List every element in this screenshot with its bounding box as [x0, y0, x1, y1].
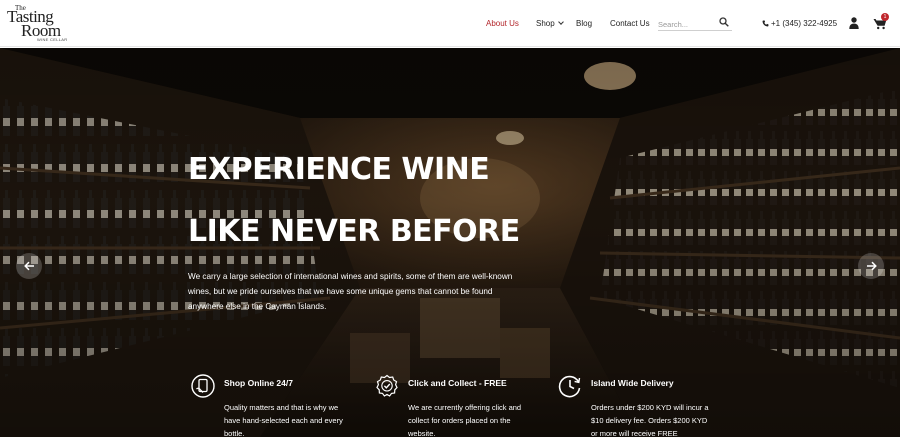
phone-number: +1 (345) 322-4925 — [771, 19, 838, 28]
hero-description: We carry a large selection of internatio… — [188, 272, 513, 311]
feature-title: Island Wide Delivery — [591, 378, 674, 388]
nav-shop[interactable]: Shop — [536, 0, 564, 47]
nav-contact-us[interactable]: Contact Us — [610, 0, 650, 47]
nav-about-us[interactable]: About Us — [486, 0, 519, 47]
feature-text: Quality matters and that is why we have … — [224, 403, 343, 437]
logo-line-4: WINE CELLAR — [37, 37, 68, 42]
phone-link[interactable]: +1 (345) 322-4925 — [762, 0, 837, 47]
nav-blog[interactable]: Blog — [576, 0, 592, 47]
check-badge-icon — [376, 374, 398, 397]
site-header: The Tasting Room WINE CELLAR About Us Sh… — [0, 0, 900, 47]
search-input[interactable] — [658, 16, 716, 33]
nav-shop-label: Shop — [536, 19, 555, 28]
feature-text: We are currently offering click and coll… — [408, 403, 522, 437]
hero-slider: EXPERIENCE WINE LIKE NEVER BEFORE We car… — [0, 48, 900, 437]
feature-text: Orders under $200 KYD will incur a $10 d… — [591, 403, 709, 437]
phone-hand-icon — [191, 374, 215, 398]
chevron-down-icon — [557, 19, 564, 25]
phone-icon — [762, 20, 769, 27]
hero-headline-1: EXPERIENCE WINE — [188, 152, 490, 187]
slider-prev-button[interactable] — [16, 253, 42, 279]
search-box — [658, 14, 732, 33]
site-logo[interactable]: The Tasting Room WINE CELLAR — [7, 4, 71, 42]
user-icon[interactable] — [849, 17, 859, 29]
arrow-right-icon — [866, 261, 877, 271]
hero-headline-2: LIKE NEVER BEFORE — [188, 214, 520, 249]
search-icon[interactable] — [719, 17, 729, 27]
feature-title: Shop Online 24/7 — [224, 378, 293, 388]
feature-title: Click and Collect - FREE — [408, 378, 507, 388]
arrow-left-icon — [23, 261, 34, 271]
slider-next-button[interactable] — [858, 253, 884, 279]
cart-count-badge: 1 — [881, 13, 889, 21]
clock-icon — [558, 375, 581, 398]
